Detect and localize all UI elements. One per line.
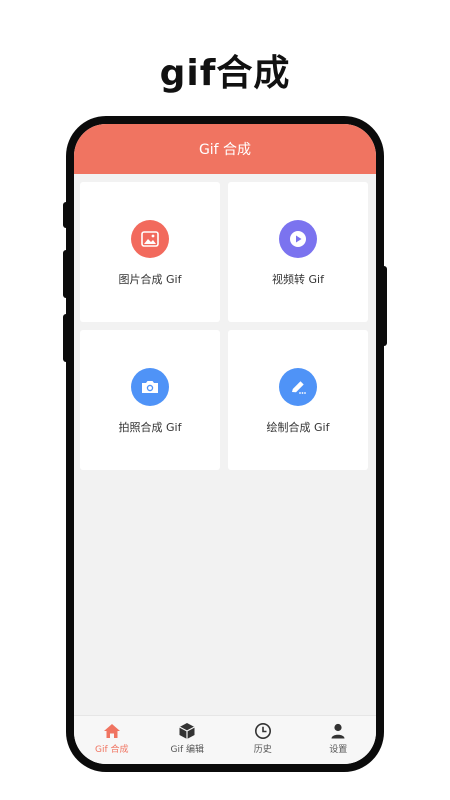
- tab-label: 设置: [329, 745, 348, 755]
- tab-gif-compose[interactable]: Gif 合成: [74, 716, 150, 764]
- card-label: 视频转 Gif: [272, 273, 324, 286]
- headline-title: gif合成: [159, 53, 291, 94]
- app-bar: Gif 合成: [74, 124, 376, 174]
- phone-side-button: [63, 250, 69, 298]
- app-title: Gif 合成: [198, 142, 252, 158]
- card-camera-to-gif[interactable]: 拍照合成 Gif: [80, 330, 220, 470]
- page: gif合成 Gif 合成 图片合成 Gif 视频转 Gif 拍照合成 Gif 绘…: [0, 0, 450, 800]
- play-icon: [279, 220, 317, 258]
- tab-label: Gif 编辑: [170, 745, 204, 755]
- tab-label: Gif 合成: [94, 745, 129, 755]
- camera-icon: [131, 368, 169, 406]
- clock-icon: [254, 722, 272, 740]
- tab-gif-edit[interactable]: Gif 编辑: [150, 716, 226, 764]
- card-label: 拍照合成 Gif: [118, 421, 182, 434]
- phone-frame: Gif 合成 图片合成 Gif 视频转 Gif 拍照合成 Gif 绘制合成 Gi…: [63, 116, 387, 772]
- tab-history[interactable]: 历史: [225, 716, 301, 764]
- image-icon: [131, 220, 169, 258]
- card-image-to-gif[interactable]: 图片合成 Gif: [80, 182, 220, 322]
- card-draw-to-gif[interactable]: 绘制合成 Gif: [228, 330, 368, 470]
- tab-label: 历史: [253, 745, 272, 755]
- cube-icon: [178, 722, 196, 740]
- tab-settings[interactable]: 设置: [301, 716, 377, 764]
- phone-side-button: [381, 266, 387, 346]
- phone-side-button: [63, 202, 69, 228]
- card-label: 图片合成 Gif: [118, 273, 182, 286]
- pencil-icon: [279, 368, 317, 406]
- bottom-tab-bar: Gif 合成 Gif 编辑 历史 设置: [74, 715, 376, 764]
- phone-side-button: [63, 314, 69, 362]
- person-icon: [329, 722, 347, 740]
- card-label: 绘制合成 Gif: [266, 421, 330, 434]
- home-icon: [103, 722, 121, 740]
- phone-screen: Gif 合成 图片合成 Gif 视频转 Gif 拍照合成 Gif 绘制合成 Gi…: [74, 124, 376, 764]
- card-video-to-gif[interactable]: 视频转 Gif: [228, 182, 368, 322]
